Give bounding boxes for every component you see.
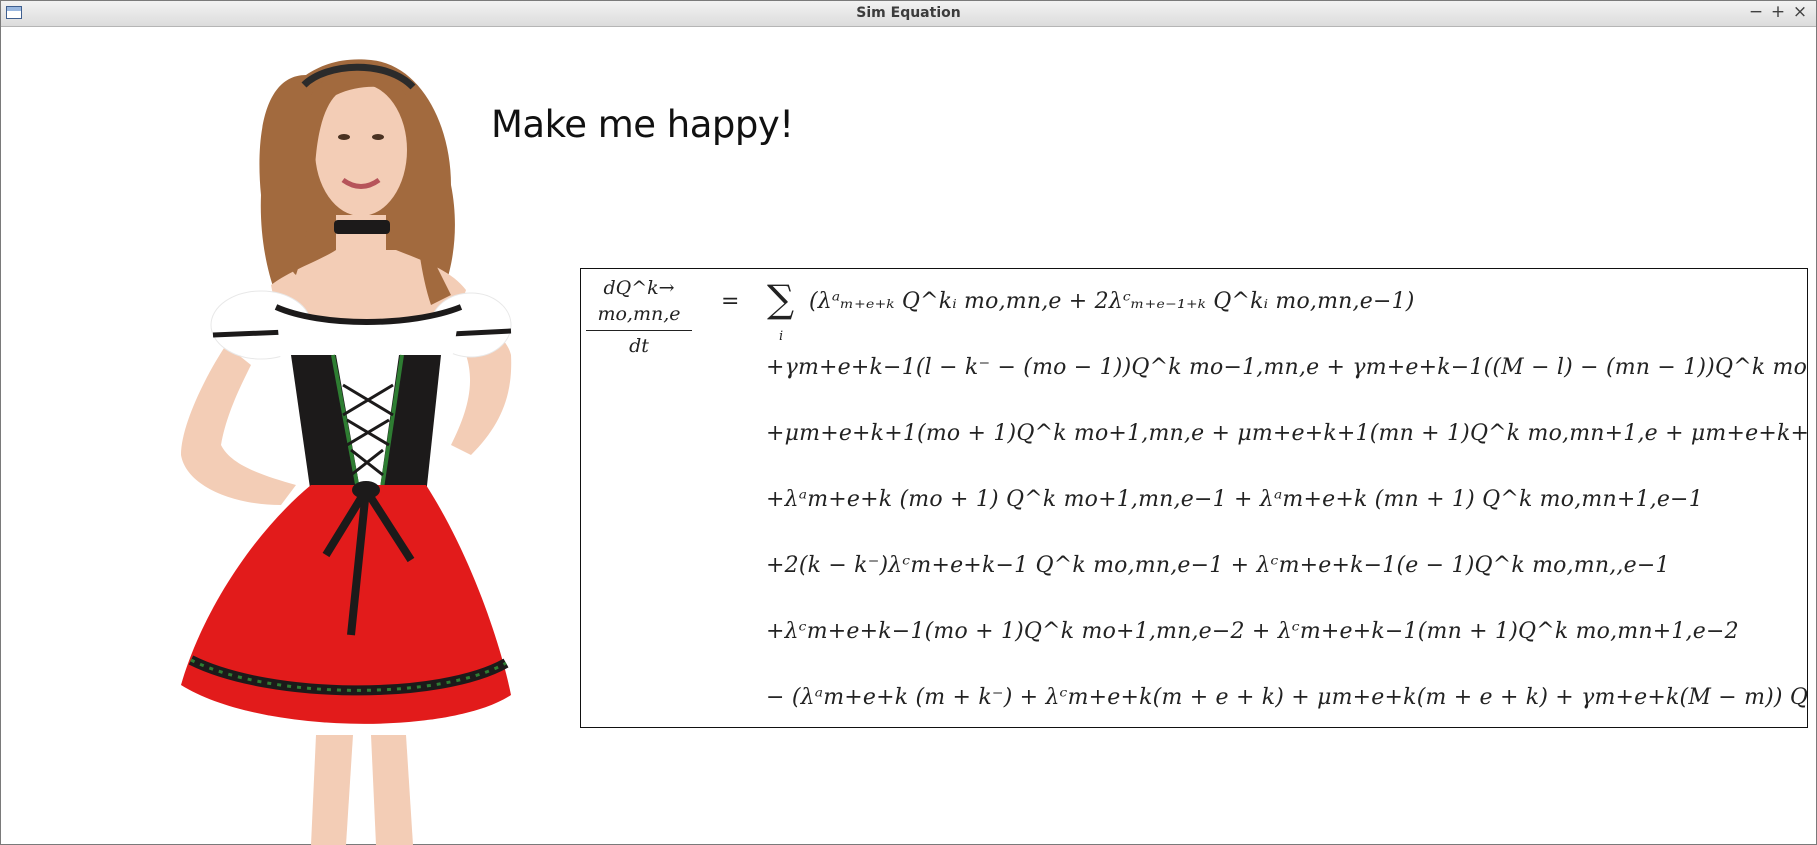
equation-line-5: +2(k − k⁻)λᶜm+e+k−1 Q^k mo,mn,e−1 + λᶜm+… xyxy=(766,553,1670,578)
woman-illustration xyxy=(181,59,512,845)
maximize-button[interactable]: + xyxy=(1770,2,1786,22)
speech-text: Make me happy! xyxy=(491,103,794,146)
title-bar[interactable]: Sim Equation − + × xyxy=(1,1,1816,27)
sum-index: i xyxy=(779,329,784,344)
equation-line-2: +γm+e+k−1(l − k⁻ − (mo − 1))Q^k mo−1,mn,… xyxy=(766,355,1808,380)
app-window: Sim Equation − + × Make me happy! dQ^k→ … xyxy=(0,0,1817,845)
content-area: Make me happy! dQ^k→ mo,mn,e dt = ∑ i (λ… xyxy=(1,27,1816,845)
lhs-fraction: dQ^k→ mo,mn,e dt xyxy=(583,275,695,361)
window-title: Sim Equation xyxy=(856,5,961,21)
minimize-button[interactable]: − xyxy=(1748,2,1764,22)
equation-line-4: +λᵃm+e+k (mo + 1) Q^k mo+1,mn,e−1 + λᵃm+… xyxy=(766,487,1703,512)
equation-panel: dQ^k→ mo,mn,e dt = ∑ i (λᵃₘ₊ₑ₊ₖ Q^kᵢ mo,… xyxy=(580,268,1808,728)
sum-symbol: ∑ xyxy=(767,277,795,321)
equals-sign: = xyxy=(721,289,740,314)
window-controls: − + × xyxy=(1748,2,1808,22)
equation-line-3: +μm+e+k+1(mo + 1)Q^k mo+1,mn,e + μm+e+k+… xyxy=(766,421,1808,446)
lhs-numerator: dQ^k→ mo,mn,e xyxy=(597,277,681,325)
equation-line-6: +λᶜm+e+k−1(mo + 1)Q^k mo+1,mn,e−2 + λᶜm+… xyxy=(766,619,1739,644)
close-button[interactable]: × xyxy=(1792,2,1808,22)
equation-line-7: − (λᵃm+e+k (m + k⁻) + λᶜm+e+k(m + e + k)… xyxy=(766,685,1808,710)
lhs-denominator: dt xyxy=(629,335,649,357)
equation-line-1: (λᵃₘ₊ₑ₊ₖ Q^kᵢ mo,mn,e + 2λᶜₘ₊ₑ₋₁₊ₖ Q^kᵢ … xyxy=(809,289,1415,314)
